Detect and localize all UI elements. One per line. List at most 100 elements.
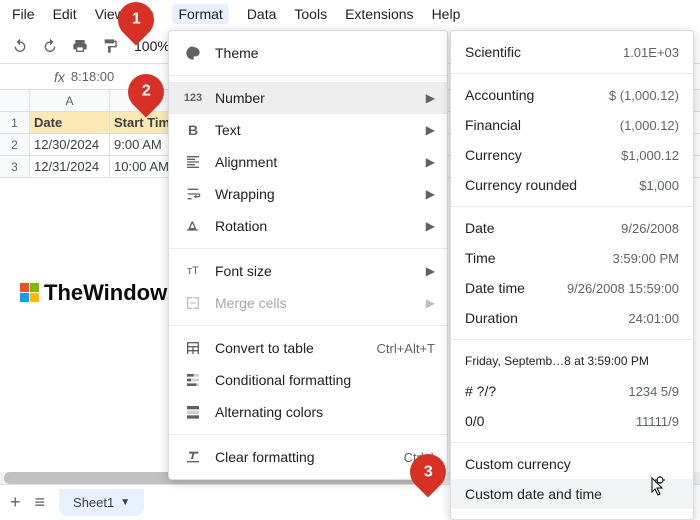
menu-item-label: Alternating colors — [215, 404, 435, 420]
menu-item-alignment[interactable]: Alignment ▶ — [169, 146, 447, 178]
clear-format-icon — [181, 449, 205, 465]
submenu-item-currency-rounded[interactable]: Currency rounded $1,000 — [451, 170, 693, 200]
submenu-item-frac2[interactable]: 0/0 11111/9 — [451, 406, 693, 436]
sheet-tab[interactable]: Sheet1 ▼ — [59, 489, 144, 516]
menu-item-label: Font size — [215, 263, 426, 279]
submenu-value: $1,000.12 — [621, 148, 679, 163]
menu-item-merge[interactable]: Merge cells ▶ — [169, 287, 447, 319]
col-header-a[interactable]: A — [30, 90, 110, 111]
menu-format[interactable]: Format — [172, 4, 228, 24]
menu-item-label: Clear formatting — [215, 449, 404, 465]
submenu-label: Date time — [465, 280, 567, 296]
menu-edit[interactable]: Edit — [53, 6, 77, 22]
submenu-item-financial[interactable]: Financial (1,000.12) — [451, 110, 693, 140]
submenu-value: 1.01E+03 — [623, 45, 679, 60]
submenu-item-frac1[interactable]: # ?/? 1234 5/9 — [451, 376, 693, 406]
submenu-item-friday[interactable]: Friday, Septemb…8 at 3:59:00 PM — [451, 346, 693, 376]
menubar: File Edit View In Format Data Tools Exte… — [0, 0, 700, 28]
windows-logo-icon — [20, 283, 40, 303]
print-icon[interactable] — [70, 36, 90, 56]
submenu-item-custom-number[interactable]: Custom number format — [451, 509, 693, 520]
submenu-value: 9/26/2008 15:59:00 — [567, 281, 679, 296]
menu-item-altcolors[interactable]: Alternating colors — [169, 396, 447, 428]
number-icon: 123 — [181, 92, 205, 104]
menu-item-theme[interactable]: Theme — [169, 37, 447, 69]
merge-icon — [181, 295, 205, 311]
cell[interactable]: Date — [30, 112, 110, 133]
format-dropdown: Theme 123 Number ▶ B Text ▶ Alignment ▶ … — [168, 30, 448, 480]
menu-data[interactable]: Data — [247, 6, 277, 22]
submenu-label: Scientific — [465, 44, 623, 60]
menu-shortcut: Ctrl+Alt+T — [376, 341, 435, 356]
menu-item-convert-table[interactable]: Convert to table Ctrl+Alt+T — [169, 332, 447, 364]
submenu-item-time[interactable]: Time 3:59:00 PM — [451, 243, 693, 273]
submenu-label: Friday, Septemb…8 at 3:59:00 PM — [465, 354, 679, 368]
menu-help[interactable]: Help — [432, 6, 461, 22]
menu-item-label: Conditional formatting — [215, 372, 435, 388]
menu-item-label: Theme — [215, 45, 435, 61]
wrapping-icon — [181, 186, 205, 202]
row-number[interactable]: 1 — [0, 112, 30, 133]
cell[interactable]: 12/30/2024 — [30, 134, 110, 155]
submenu-value: $ (1,000.12) — [609, 88, 679, 103]
menu-item-conditional[interactable]: Conditional formatting — [169, 364, 447, 396]
submenu-value: 3:59:00 PM — [613, 251, 680, 266]
fx-icon: fx — [48, 69, 71, 85]
font-size-icon: ᴛT — [181, 265, 205, 277]
menu-item-label: Number — [215, 90, 426, 106]
submenu-value: 24:01:00 — [628, 311, 679, 326]
menu-item-font-size[interactable]: ᴛT Font size ▶ — [169, 255, 447, 287]
menu-item-text[interactable]: B Text ▶ — [169, 114, 447, 146]
table-icon — [181, 340, 205, 356]
add-sheet-button[interactable]: + — [10, 492, 21, 513]
submenu-item-currency[interactable]: Currency $1,000.12 — [451, 140, 693, 170]
chevron-right-icon: ▶ — [426, 264, 435, 278]
submenu-value: 1234 5/9 — [628, 384, 679, 399]
menu-tools[interactable]: Tools — [294, 6, 327, 22]
submenu-label: Financial — [465, 117, 620, 133]
row-number[interactable]: 2 — [0, 134, 30, 155]
chevron-right-icon: ▶ — [426, 123, 435, 137]
submenu-item-date[interactable]: Date 9/26/2008 — [451, 213, 693, 243]
menu-item-label: Convert to table — [215, 340, 376, 356]
submenu-label: Time — [465, 250, 613, 266]
formula-value[interactable]: 8:18:00 — [71, 69, 114, 84]
chevron-right-icon: ▶ — [426, 219, 435, 233]
submenu-label: Duration — [465, 310, 628, 326]
submenu-label: Custom number format — [465, 516, 679, 520]
submenu-item-scientific[interactable]: Scientific 1.01E+03 — [451, 37, 693, 67]
cell[interactable]: 12/31/2024 — [30, 156, 110, 177]
submenu-label: Custom currency — [465, 456, 679, 472]
mouse-cursor-icon — [648, 476, 666, 498]
submenu-label: Accounting — [465, 87, 609, 103]
submenu-item-datetime[interactable]: Date time 9/26/2008 15:59:00 — [451, 273, 693, 303]
text-icon: B — [181, 122, 205, 138]
paint-format-icon[interactable] — [100, 36, 120, 56]
submenu-value: (1,000.12) — [620, 118, 679, 133]
menu-item-label: Wrapping — [215, 186, 426, 202]
chevron-right-icon: ▶ — [426, 187, 435, 201]
submenu-item-duration[interactable]: Duration 24:01:00 — [451, 303, 693, 333]
row-number[interactable]: 3 — [0, 156, 30, 177]
submenu-label: Custom date and time — [465, 486, 679, 502]
menu-item-clear[interactable]: Clear formatting Ctrl+\ — [169, 441, 447, 473]
rotation-icon — [181, 218, 205, 234]
menu-item-wrapping[interactable]: Wrapping ▶ — [169, 178, 447, 210]
redo-icon[interactable] — [40, 36, 60, 56]
all-sheets-button[interactable]: ≡ — [35, 492, 46, 513]
menu-item-label: Alignment — [215, 154, 426, 170]
undo-icon[interactable] — [10, 36, 30, 56]
submenu-label: Date — [465, 220, 621, 236]
alignment-icon — [181, 154, 205, 170]
select-all-corner[interactable] — [0, 90, 30, 111]
submenu-item-custom-currency[interactable]: Custom currency — [451, 449, 693, 479]
menu-file[interactable]: File — [12, 6, 35, 22]
chevron-right-icon: ▶ — [426, 91, 435, 105]
submenu-item-accounting[interactable]: Accounting $ (1,000.12) — [451, 80, 693, 110]
submenu-label: # ?/? — [465, 383, 628, 399]
theme-icon — [181, 45, 205, 61]
menu-item-rotation[interactable]: Rotation ▶ — [169, 210, 447, 242]
menu-item-number[interactable]: 123 Number ▶ — [169, 82, 447, 114]
number-submenu: Scientific 1.01E+03 Accounting $ (1,000.… — [450, 30, 694, 520]
menu-extensions[interactable]: Extensions — [345, 6, 413, 22]
